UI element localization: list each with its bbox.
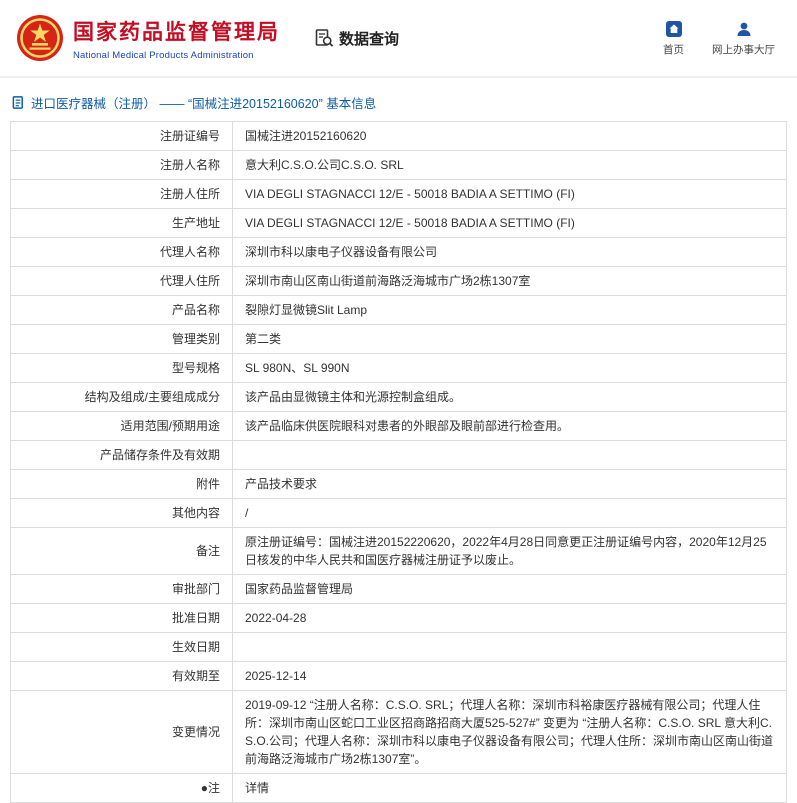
row-label: 附件 [11, 470, 233, 499]
row-value [233, 633, 787, 662]
row-label: 注册证编号 [11, 122, 233, 151]
table-row: ●注详情 [11, 774, 787, 803]
row-label: 其他内容 [11, 499, 233, 528]
row-label: 备注 [11, 528, 233, 575]
info-table-body: 注册证编号国械注进20152160620注册人名称意大利C.S.O.公司C.S.… [11, 122, 787, 803]
page-title-icon [12, 96, 25, 109]
row-label: 注册人住所 [11, 180, 233, 209]
national-emblem-icon [16, 14, 64, 62]
row-value: 国家药品监督管理局 [233, 575, 787, 604]
agency-brand: 国家药品监督管理局 National Medical Products Admi… [16, 14, 280, 62]
table-row: 备注原注册证编号：国械注进20152220620，2022年4月28日同意更正注… [11, 528, 787, 575]
table-row: 管理类别第二类 [11, 325, 787, 354]
table-row: 产品储存条件及有效期 [11, 441, 787, 470]
row-label: 生效日期 [11, 633, 233, 662]
row-value: 意大利C.S.O.公司C.S.O. SRL [233, 151, 787, 180]
table-row: 代理人住所深圳市南山区南山街道前海路泛海城市广场2栋1307室 [11, 267, 787, 296]
table-row: 变更情况2019-09-12 “注册人名称：C.S.O. SRL；代理人名称：深… [11, 691, 787, 774]
row-value: 裂隙灯显微镜Slit Lamp [233, 296, 787, 325]
table-row: 生产地址VIA DEGLI STAGNACCI 12/E - 50018 BAD… [11, 209, 787, 238]
row-label: 代理人住所 [11, 267, 233, 296]
person-icon [735, 20, 753, 38]
table-row: 批准日期2022-04-28 [11, 604, 787, 633]
agency-name-cn: 国家药品监督管理局 [73, 16, 280, 46]
row-value: 2022-04-28 [233, 604, 787, 633]
agency-name: 国家药品监督管理局 National Medical Products Admi… [73, 16, 280, 61]
nav-service-hall-label: 网上办事大厅 [712, 42, 775, 57]
table-row: 代理人名称深圳市科以康电子仪器设备有限公司 [11, 238, 787, 267]
row-label: 管理类别 [11, 325, 233, 354]
table-row: 审批部门国家药品监督管理局 [11, 575, 787, 604]
row-value: 第二类 [233, 325, 787, 354]
nav-home-label: 首页 [663, 42, 684, 57]
row-label: 产品储存条件及有效期 [11, 441, 233, 470]
home-icon [665, 20, 683, 38]
table-row: 注册人名称意大利C.S.O.公司C.S.O. SRL [11, 151, 787, 180]
table-row: 附件产品技术要求 [11, 470, 787, 499]
row-value: 国械注进20152160620 [233, 122, 787, 151]
row-value: 2025-12-14 [233, 662, 787, 691]
table-row: 适用范围/预期用途该产品临床供医院眼科对患者的外眼部及眼前部进行检查用。 [11, 412, 787, 441]
row-label: 审批部门 [11, 575, 233, 604]
row-label: 变更情况 [11, 691, 233, 774]
row-value: 深圳市南山区南山街道前海路泛海城市广场2栋1307室 [233, 267, 787, 296]
row-value: VIA DEGLI STAGNACCI 12/E - 50018 BADIA A… [233, 209, 787, 238]
table-row: 结构及组成/主要组成成分该产品由显微镜主体和光源控制盒组成。 [11, 383, 787, 412]
device-info-table: 注册证编号国械注进20152160620注册人名称意大利C.S.O.公司C.S.… [10, 121, 787, 803]
row-value: SL 980N、SL 990N [233, 354, 787, 383]
data-query-heading: 数据查询 [314, 28, 399, 49]
agency-name-en: National Medical Products Administration [73, 50, 280, 61]
row-value: 原注册证编号：国械注进20152220620，2022年4月28日同意更正注册证… [233, 528, 787, 575]
row-value [233, 441, 787, 470]
table-row: 其他内容/ [11, 499, 787, 528]
data-query-icon [314, 28, 334, 48]
table-row: 产品名称裂隙灯显微镜Slit Lamp [11, 296, 787, 325]
row-value: 产品技术要求 [233, 470, 787, 499]
table-row: 生效日期 [11, 633, 787, 662]
top-nav: 首页 网上办事大厅 [663, 20, 781, 57]
row-value: 2019-09-12 “注册人名称：C.S.O. SRL；代理人名称：深圳市科裕… [233, 691, 787, 774]
table-row: 注册证编号国械注进20152160620 [11, 122, 787, 151]
row-value: 该产品临床供医院眼科对患者的外眼部及眼前部进行检查用。 [233, 412, 787, 441]
row-label: ●注 [11, 774, 233, 803]
row-label: 生产地址 [11, 209, 233, 238]
row-label: 产品名称 [11, 296, 233, 325]
site-header: 国家药品监督管理局 National Medical Products Admi… [0, 0, 797, 78]
page-title: 进口医疗器械（注册） —— “国械注进20152160620” 基本信息 [31, 93, 376, 112]
row-label: 型号规格 [11, 354, 233, 383]
page-title-bar: 进口医疗器械（注册） —— “国械注进20152160620” 基本信息 [0, 78, 797, 121]
nav-home[interactable]: 首页 [663, 20, 684, 57]
data-query-label: 数据查询 [339, 28, 399, 49]
table-row: 有效期至2025-12-14 [11, 662, 787, 691]
row-label: 代理人名称 [11, 238, 233, 267]
nav-service-hall[interactable]: 网上办事大厅 [712, 20, 775, 57]
row-value: / [233, 499, 787, 528]
detail-link[interactable]: 详情 [233, 774, 787, 803]
row-label: 批准日期 [11, 604, 233, 633]
row-value: VIA DEGLI STAGNACCI 12/E - 50018 BADIA A… [233, 180, 787, 209]
row-label: 结构及组成/主要组成成分 [11, 383, 233, 412]
row-value: 该产品由显微镜主体和光源控制盒组成。 [233, 383, 787, 412]
row-value: 深圳市科以康电子仪器设备有限公司 [233, 238, 787, 267]
row-label: 注册人名称 [11, 151, 233, 180]
table-row: 注册人住所VIA DEGLI STAGNACCI 12/E - 50018 BA… [11, 180, 787, 209]
row-label: 有效期至 [11, 662, 233, 691]
table-row: 型号规格SL 980N、SL 990N [11, 354, 787, 383]
row-label: 适用范围/预期用途 [11, 412, 233, 441]
